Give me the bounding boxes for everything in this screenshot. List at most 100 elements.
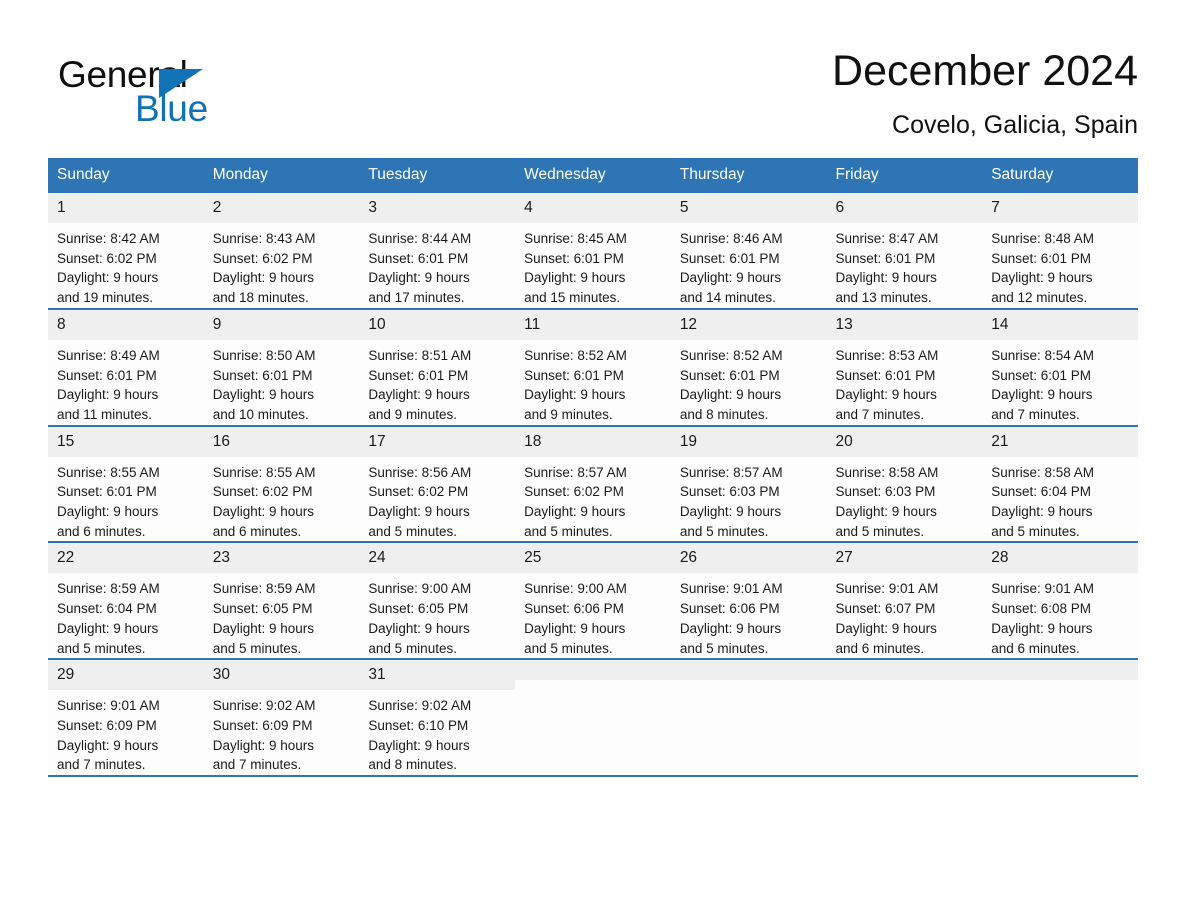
calendar-day-cell[interactable]: 25 Sunrise: 9:00 AM Sunset: 6:06 PM Dayligh… xyxy=(515,541,671,660)
sunset-text: Sunset: 6:01 PM xyxy=(57,484,157,500)
calendar-day-cell[interactable]: 2 Sunrise: 8:43 AM Sunset: 6:02 PM Daylight… xyxy=(203,193,360,309)
daylight-text-line1: Daylight: 9 hours xyxy=(679,620,782,636)
sunset-text: Sunset: 6:03 PM xyxy=(679,484,780,500)
calendar-day-cell[interactable]: 9 Sunrise: 8:50 AM Sunset: 6:01 PM Daylight… xyxy=(203,307,360,426)
sunrise-text: Sunrise: 9:00 AM xyxy=(368,581,472,597)
day-number: 11 xyxy=(515,309,671,340)
calendar-day-cell[interactable]: 15 Sunrise: 8:55 AM Sunset: 6:01 PM Dayligh… xyxy=(48,424,204,543)
sunset-text: Sunset: 6:01 PM xyxy=(57,367,157,383)
day-number: 16 xyxy=(203,426,360,457)
calendar-day-cell[interactable]: 14 Sunrise: 8:54 AM Sunset: 6:01 PM Dayligh… xyxy=(982,307,1138,426)
calendar-day-cell[interactable]: 3 Sunrise: 8:44 AM Sunset: 6:01 PM Daylight… xyxy=(359,193,516,309)
daylight-text-line1: Daylight: 9 hours xyxy=(57,270,159,286)
sunrise-text: Sunrise: 8:59 AM xyxy=(212,581,316,597)
sunset-text: Sunset: 6:09 PM xyxy=(57,717,157,733)
day-number: 25 xyxy=(515,543,671,574)
calendar-day-cell[interactable]: 26 Sunrise: 9:01 AM Sunset: 6:06 PM Dayligh… xyxy=(670,541,827,660)
sunrise-text: Sunrise: 8:47 AM xyxy=(835,231,939,246)
sunrise-text: Sunrise: 8:52 AM xyxy=(679,347,783,363)
calendar-day-cell[interactable]: 28 Sunrise: 9:01 AM Sunset: 6:08 PM Dayligh… xyxy=(982,541,1138,660)
calendar-day-cell[interactable]: 6 Sunrise: 8:47 AM Sunset: 6:01 PM Daylight… xyxy=(826,193,983,309)
calendar-day-cell[interactable]: 21 Sunrise: 8:58 AM Sunset: 6:04 PM Dayligh… xyxy=(982,424,1138,543)
sunrise-sunset-calendar: Sunday Monday Tuesday Wednesday Thursday… xyxy=(48,158,1138,776)
logo-text-blue: Blue xyxy=(135,88,208,129)
day-details: Sunrise: 8:52 AM Sunset: 6:01 PM Daylight:… xyxy=(515,340,671,425)
sunrise-text: Sunrise: 8:50 AM xyxy=(212,347,316,363)
calendar-day-cell[interactable]: 22 Sunrise: 8:59 AM Sunset: 6:04 PM Dayligh… xyxy=(48,541,204,660)
calendar-day-cell[interactable]: 31 Sunrise: 9:02 AM Sunset: 6:10 PM Dayligh… xyxy=(359,658,516,776)
calendar-day-cell[interactable]: 19 Sunrise: 8:57 AM Sunset: 6:03 PM Dayligh… xyxy=(670,424,827,543)
day-details xyxy=(671,680,827,686)
sunset-text: Sunset: 6:01 PM xyxy=(679,250,780,266)
sunset-text: Sunset: 6:04 PM xyxy=(991,484,1092,500)
daylight-text-line2: and 19 minutes. xyxy=(57,290,154,306)
daylight-text-line2: and 7 minutes. xyxy=(57,757,146,773)
calendar-day-cell[interactable]: 4 Sunrise: 8:45 AM Sunset: 6:01 PM Daylight… xyxy=(515,193,671,309)
day-details: Sunrise: 8:59 AM Sunset: 6:04 PM Daylight:… xyxy=(48,573,204,658)
day-details: Sunrise: 9:02 AM Sunset: 6:09 PM Daylight:… xyxy=(204,690,360,775)
calendar-day-cell[interactable]: 16 Sunrise: 8:55 AM Sunset: 6:02 PM Dayligh… xyxy=(203,424,360,543)
calendar-day-cell[interactable]: 5 Sunrise: 8:46 AM Sunset: 6:01 PM Daylight… xyxy=(670,193,827,309)
page-title: December 2024 xyxy=(832,47,1138,95)
daylight-text-line2: and 5 minutes. xyxy=(524,523,613,539)
day-number: 13 xyxy=(826,309,983,340)
day-details: Sunrise: 8:56 AM Sunset: 6:02 PM Daylight:… xyxy=(359,457,515,542)
daylight-text-line2: and 14 minutes. xyxy=(679,290,776,306)
day-number: 24 xyxy=(359,543,516,574)
calendar-week-row: 8 Sunrise: 8:49 AM Sunset: 6:01 PM Daylight… xyxy=(48,307,1138,426)
daylight-text-line2: and 8 minutes. xyxy=(368,757,457,773)
calendar-day-cell[interactable]: 17 Sunrise: 8:56 AM Sunset: 6:02 PM Dayligh… xyxy=(359,424,516,543)
calendar-day-cell[interactable]: 12 Sunrise: 8:52 AM Sunset: 6:01 PM Dayligh… xyxy=(670,307,827,426)
calendar-day-cell[interactable]: 1 Sunrise: 8:42 AM Sunset: 6:02 PM Daylight… xyxy=(48,193,204,309)
day-details: Sunrise: 8:49 AM Sunset: 6:01 PM Daylight:… xyxy=(48,340,204,425)
calendar-day-cell[interactable]: 27 Sunrise: 9:01 AM Sunset: 6:07 PM Dayligh… xyxy=(826,541,983,660)
daylight-text-line2: and 6 minutes. xyxy=(835,640,925,656)
daylight-text-line1: Daylight: 9 hours xyxy=(524,620,626,636)
sunset-text: Sunset: 6:01 PM xyxy=(368,250,469,266)
calendar-week-row: 15 Sunrise: 8:55 AM Sunset: 6:01 PM Dayligh… xyxy=(48,424,1138,543)
daylight-text-line1: Daylight: 9 hours xyxy=(212,504,315,520)
sunrise-text: Sunrise: 8:56 AM xyxy=(368,464,472,480)
calendar-day-cell[interactable]: 30 Sunrise: 9:02 AM Sunset: 6:09 PM Dayligh… xyxy=(203,658,360,776)
day-number: 1 xyxy=(48,193,204,223)
daylight-text-line2: and 5 minutes. xyxy=(57,640,146,656)
calendar-day-cell[interactable]: 23 Sunrise: 8:59 AM Sunset: 6:05 PM Dayligh… xyxy=(203,541,360,660)
sunset-text: Sunset: 6:02 PM xyxy=(212,250,313,266)
sunset-text: Sunset: 6:02 PM xyxy=(57,250,157,266)
calendar-day-cell[interactable]: 29 Sunrise: 9:01 AM Sunset: 6:09 PM Dayligh… xyxy=(48,658,204,776)
daylight-text-line2: and 9 minutes. xyxy=(524,406,613,422)
day-number: 21 xyxy=(982,426,1138,457)
daylight-text-line1: Daylight: 9 hours xyxy=(679,504,782,520)
day-number: 12 xyxy=(670,309,827,340)
day-details: Sunrise: 8:57 AM Sunset: 6:02 PM Daylight:… xyxy=(515,457,671,542)
day-details: Sunrise: 8:48 AM Sunset: 6:01 PM Daylight:… xyxy=(982,223,1138,308)
calendar-day-cell[interactable]: 7 Sunrise: 8:48 AM Sunset: 6:01 PM Daylight… xyxy=(982,193,1138,309)
calendar-day-cell[interactable]: 11 Sunrise: 8:52 AM Sunset: 6:01 PM Dayligh… xyxy=(515,307,671,426)
sunset-text: Sunset: 6:08 PM xyxy=(991,601,1092,617)
calendar-day-cell[interactable]: 18 Sunrise: 8:57 AM Sunset: 6:02 PM Dayligh… xyxy=(515,424,671,543)
daylight-text-line2: and 6 minutes. xyxy=(57,523,146,539)
calendar-day-cell[interactable]: 13 Sunrise: 8:53 AM Sunset: 6:01 PM Dayligh… xyxy=(826,307,983,426)
daylight-text-line2: and 5 minutes. xyxy=(368,640,457,656)
daylight-text-line1: Daylight: 9 hours xyxy=(679,270,782,286)
day-details: Sunrise: 9:01 AM Sunset: 6:07 PM Daylight:… xyxy=(827,573,983,658)
calendar-day-cell[interactable]: 8 Sunrise: 8:49 AM Sunset: 6:01 PM Daylight… xyxy=(48,307,204,426)
calendar-day-cell[interactable]: 20 Sunrise: 8:58 AM Sunset: 6:03 PM Dayligh… xyxy=(826,424,983,543)
calendar-day-cell[interactable]: 24 Sunrise: 9:00 AM Sunset: 6:05 PM Dayligh… xyxy=(359,541,516,660)
day-details: Sunrise: 9:01 AM Sunset: 6:08 PM Daylight:… xyxy=(982,573,1138,658)
day-number: 15 xyxy=(48,426,204,457)
daylight-text-line1: Daylight: 9 hours xyxy=(368,737,470,753)
day-number: 7 xyxy=(982,193,1138,223)
calendar-day-cell[interactable]: 10 Sunrise: 8:51 AM Sunset: 6:01 PM Dayligh… xyxy=(359,307,516,426)
day-number: 18 xyxy=(515,426,671,457)
sunset-text: Sunset: 6:05 PM xyxy=(212,601,313,617)
sunset-text: Sunset: 6:06 PM xyxy=(679,601,780,617)
sunrise-text: Sunrise: 8:43 AM xyxy=(212,231,316,246)
sunset-text: Sunset: 6:01 PM xyxy=(524,367,624,383)
daylight-text-line2: and 11 minutes. xyxy=(57,406,153,422)
general-blue-logo: General Blue xyxy=(58,54,358,134)
sunrise-text: Sunrise: 8:57 AM xyxy=(524,464,627,480)
sunrise-text: Sunrise: 8:55 AM xyxy=(57,464,160,480)
sunrise-text: Sunrise: 9:02 AM xyxy=(212,698,316,714)
day-details: Sunrise: 8:55 AM Sunset: 6:01 PM Daylight:… xyxy=(48,457,204,542)
